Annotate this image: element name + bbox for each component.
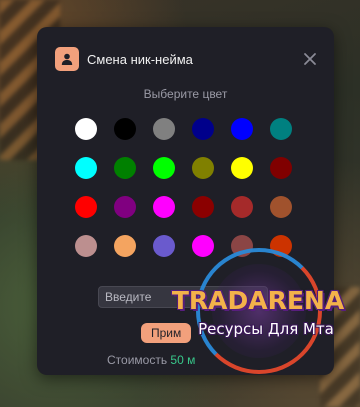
color-swatch[interactable] [192,157,214,179]
color-swatch[interactable] [75,118,97,140]
color-swatch[interactable] [270,118,292,140]
color-swatch[interactable] [114,157,136,179]
color-swatch[interactable] [114,118,136,140]
dialog-header: Смена ник-нейма [55,47,320,71]
color-swatch[interactable] [75,196,97,218]
color-swatch[interactable] [231,118,253,140]
color-swatch[interactable] [270,157,292,179]
cost-value: 50 м [170,353,196,367]
color-picker-label: Выберите цвет [143,87,228,101]
cost-text: Стоимость 50 м [107,353,195,367]
nickname-change-dialog: Смена ник-нейма Выберите цвет Прим Стоим… [37,27,334,375]
cost-label: Стоимость [107,353,168,367]
color-swatch[interactable] [192,235,214,257]
color-swatch[interactable] [153,235,175,257]
color-swatch[interactable] [75,235,97,257]
color-swatch[interactable] [114,196,136,218]
color-swatch[interactable] [153,196,175,218]
color-swatch[interactable] [270,196,292,218]
color-swatch[interactable] [114,235,136,257]
color-swatch[interactable] [231,157,253,179]
color-swatch[interactable] [192,118,214,140]
color-swatch[interactable] [270,235,292,257]
close-button[interactable] [300,49,320,69]
color-swatch[interactable] [153,118,175,140]
user-icon [55,47,79,71]
apply-button[interactable]: Прим [141,323,192,343]
dialog-title: Смена ник-нейма [87,51,193,67]
nickname-input[interactable] [98,286,268,308]
color-swatch[interactable] [75,157,97,179]
color-swatch[interactable] [231,196,253,218]
color-swatch[interactable] [192,196,214,218]
color-swatch[interactable] [153,157,175,179]
color-swatch[interactable] [231,235,253,257]
close-icon [304,53,316,65]
